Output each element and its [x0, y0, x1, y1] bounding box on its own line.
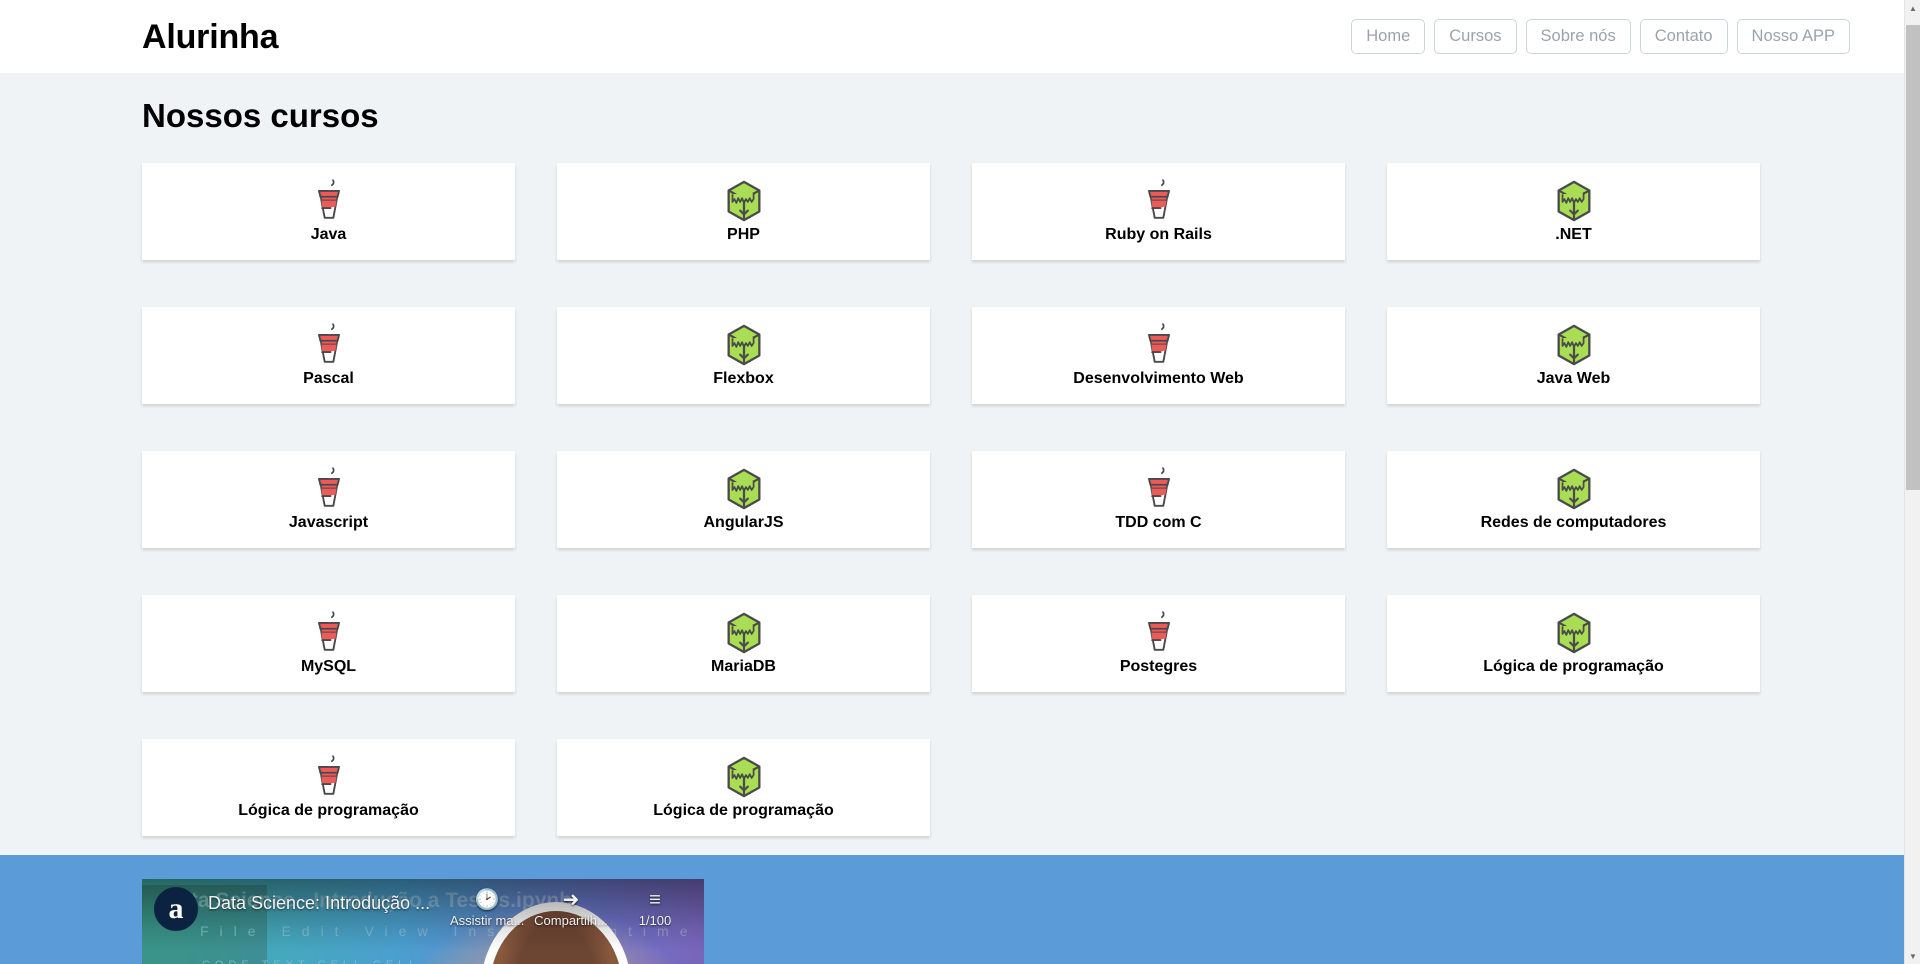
coffee-cup-icon: [1147, 323, 1170, 364]
site-brand: Alurinha: [142, 17, 279, 56]
course-card-label: Desenvolvimento Web: [1073, 370, 1244, 388]
main-content: Nossos cursos Java PHP Ruby on Rails .NET Pa…: [0, 73, 1904, 855]
nav-nosso-app[interactable]: Nosso APP: [1736, 19, 1850, 54]
scroll-up-arrow-icon[interactable]: ▲: [1905, 0, 1920, 16]
site-header: Alurinha Home Cursos Sobre nós Contato N…: [0, 0, 1904, 73]
green-box-icon: [1557, 612, 1590, 654]
course-card[interactable]: MySQL: [142, 594, 515, 692]
course-card[interactable]: Pascal: [142, 306, 515, 404]
course-card[interactable]: AngularJS: [557, 450, 930, 548]
coffee-cup-icon: [1147, 611, 1170, 652]
coffee-cup-icon: [317, 755, 340, 796]
nav-sobre-nos[interactable]: Sobre nós: [1525, 19, 1631, 54]
video-top-bar: a Data Science: Introdução ... 🕑 Assisti…: [142, 879, 704, 931]
course-card[interactable]: Redes de computadores: [1387, 450, 1760, 548]
clock-icon: 🕑: [474, 889, 500, 911]
course-card-label: Redes de computadores: [1480, 514, 1667, 532]
page-root: Alurinha Home Cursos Sobre nós Contato N…: [0, 0, 1920, 964]
playlist-indicator[interactable]: ≡ 1/100: [618, 889, 692, 928]
share-label: Compartilh...: [534, 913, 608, 928]
page-scrollbar[interactable]: ▲ ▼: [1904, 0, 1920, 964]
course-card[interactable]: PHP: [557, 162, 930, 260]
course-card[interactable]: Ruby on Rails: [972, 162, 1345, 260]
course-card-grid: Java PHP Ruby on Rails .NET Pascal Flexbox Des…: [0, 136, 1904, 836]
green-box-icon: [1557, 324, 1590, 366]
video-actions: 🕑 Assistir ma... ➜ Compartilh... ≡ 1/100: [450, 889, 692, 928]
playlist-icon: ≡: [649, 889, 661, 911]
course-card-label: Lógica de programação: [653, 802, 834, 820]
main-navigation: Home Cursos Sobre nós Contato Nosso APP: [1351, 19, 1850, 54]
share-button[interactable]: ➜ Compartilh...: [534, 889, 608, 928]
course-card-label: AngularJS: [703, 514, 784, 532]
green-box-icon: [1557, 180, 1590, 222]
scrollbar-thumb[interactable]: [1906, 25, 1920, 490]
playlist-count: 1/100: [638, 913, 672, 928]
course-card[interactable]: Javascript: [142, 450, 515, 548]
course-card-label: MySQL: [300, 658, 357, 676]
course-card-label: Java: [310, 226, 347, 244]
site-footer: Data Science - Introdução a Testes.ipynb…: [0, 855, 1904, 964]
coffee-cup-icon: [317, 611, 340, 652]
green-box-icon: [1557, 468, 1590, 510]
watch-later-button[interactable]: 🕑 Assistir ma...: [450, 889, 524, 928]
course-card[interactable]: Flexbox: [557, 306, 930, 404]
course-card-label: Flexbox: [713, 370, 774, 388]
nav-contato[interactable]: Contato: [1639, 19, 1728, 54]
course-card-label: PHP: [727, 226, 760, 244]
course-card-label: Lógica de programação: [238, 802, 419, 820]
green-box-icon: [727, 612, 760, 654]
youtube-video-embed[interactable]: Data Science - Introdução a Testes.ipynb…: [142, 879, 704, 964]
green-box-icon: [727, 180, 760, 222]
course-card[interactable]: TDD com C: [972, 450, 1345, 548]
course-card[interactable]: .NET: [1387, 162, 1760, 260]
nav-cursos[interactable]: Cursos: [1434, 19, 1517, 54]
course-card-label: .NET: [1555, 226, 1592, 244]
watch-later-label: Assistir ma...: [450, 913, 524, 928]
course-card-label: TDD com C: [1115, 514, 1202, 532]
coffee-cup-icon: [317, 467, 340, 508]
course-card[interactable]: Java: [142, 162, 515, 260]
course-card[interactable]: Java Web: [1387, 306, 1760, 404]
course-card[interactable]: Desenvolvimento Web: [972, 306, 1345, 404]
course-card-label: Javascript: [288, 514, 369, 532]
nav-home[interactable]: Home: [1351, 19, 1426, 54]
coffee-cup-icon: [1147, 179, 1170, 220]
green-box-icon: [727, 756, 760, 798]
course-card[interactable]: MariaDB: [557, 594, 930, 692]
page-title: Nossos cursos: [142, 97, 379, 134]
course-card-label: Pascal: [303, 370, 354, 388]
coffee-cup-icon: [1147, 467, 1170, 508]
channel-avatar[interactable]: a: [154, 887, 198, 931]
course-card-label: Postegres: [1119, 658, 1198, 676]
course-card[interactable]: Postegres: [972, 594, 1345, 692]
course-card-label: Lógica de programação: [1483, 658, 1664, 676]
green-box-icon: [727, 324, 760, 366]
course-card[interactable]: Lógica de programação: [557, 738, 930, 836]
coffee-cup-icon: [317, 323, 340, 364]
scroll-down-arrow-icon[interactable]: ▼: [1905, 948, 1920, 964]
colab-toolbar: CODE TEXT CELL CELL: [202, 959, 420, 964]
course-card-label: MariaDB: [711, 658, 776, 676]
course-card-label: Java Web: [1536, 370, 1611, 388]
course-card-label: Ruby on Rails: [1105, 226, 1212, 244]
share-arrow-icon: ➜: [562, 889, 580, 911]
coffee-cup-icon: [317, 179, 340, 220]
course-card[interactable]: Lógica de programação: [142, 738, 515, 836]
video-title[interactable]: Data Science: Introdução ...: [208, 893, 450, 914]
green-box-icon: [727, 468, 760, 510]
course-card[interactable]: Lógica de programação: [1387, 594, 1760, 692]
